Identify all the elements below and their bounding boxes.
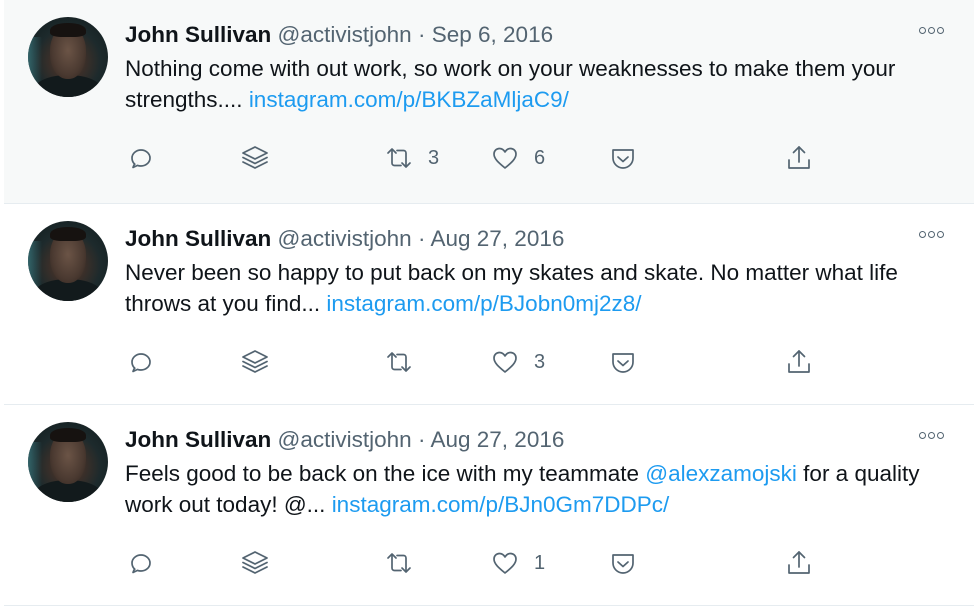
heart-icon [493, 552, 517, 574]
reply-icon [131, 149, 151, 169]
tweet-header: John Sullivan @activistjohn · Sep 6, 201… [125, 21, 553, 49]
save-icon [612, 149, 634, 169]
retweet-button[interactable] [384, 342, 428, 382]
tweet-text: Nothing come with out work, so work on y… [125, 53, 955, 115]
layers-button[interactable] [240, 543, 270, 583]
layers-button[interactable] [240, 138, 270, 178]
layers-icon [242, 551, 268, 574]
retweet-icon [387, 553, 411, 573]
heart-icon [493, 351, 517, 373]
heart-icon [493, 147, 517, 169]
author-handle[interactable]: @activistjohn [278, 22, 412, 47]
retweet-icon [387, 148, 411, 168]
tweet[interactable]: John Sullivan @activistjohn · Sep 6, 201… [4, 0, 974, 204]
author-name[interactable]: John Sullivan [125, 427, 271, 452]
save-icon [612, 353, 634, 373]
share-button[interactable] [784, 543, 814, 583]
like-button[interactable]: 1 [490, 543, 545, 583]
share-button[interactable] [784, 138, 814, 178]
tweet-date[interactable]: Sep 6, 2016 [432, 22, 553, 47]
author-handle[interactable]: @activistjohn [278, 427, 412, 452]
layers-icon [242, 350, 268, 373]
like-count: 1 [534, 551, 546, 574]
action-bar: 3 6 [4, 138, 974, 178]
reply-button[interactable] [125, 543, 155, 583]
more-icon[interactable] [919, 432, 944, 439]
save-button[interactable] [608, 543, 638, 583]
save-button[interactable] [608, 138, 638, 178]
layers-button[interactable] [240, 342, 270, 382]
more-icon[interactable] [919, 231, 944, 238]
tweet-feed: John Sullivan @activistjohn · Sep 6, 201… [0, 0, 980, 609]
layers-icon [242, 146, 268, 169]
tweet[interactable]: John Sullivan @activistjohn · Aug 27, 20… [4, 405, 974, 606]
tweet-link[interactable]: instagram.com/p/BJn0Gm7DDPc/ [332, 492, 670, 517]
share-icon [788, 146, 810, 169]
more-icon[interactable] [919, 27, 944, 34]
reply-icon [131, 554, 151, 574]
avatar[interactable] [28, 17, 108, 97]
tweet[interactable]: John Sullivan @activistjohn · Aug 27, 20… [4, 204, 974, 405]
retweet-button[interactable] [384, 543, 428, 583]
tweet-link[interactable]: instagram.com/p/BJobn0mj2z8/ [326, 291, 641, 316]
mention-link[interactable]: @alexzamojski [645, 461, 797, 486]
tweet-date[interactable]: Aug 27, 2016 [430, 226, 564, 251]
separator: · [417, 427, 426, 452]
tweet-link[interactable]: instagram.com/p/BKBZaMljaC9/ [249, 87, 569, 112]
tweet-text: Feels good to be back on the ice with my… [125, 458, 955, 520]
tweet-header: John Sullivan @activistjohn · Aug 27, 20… [125, 426, 564, 454]
avatar[interactable] [28, 422, 108, 502]
reply-icon [131, 353, 151, 373]
action-bar: 3 [4, 342, 974, 382]
like-count: 3 [534, 350, 546, 373]
reply-button[interactable] [125, 138, 155, 178]
avatar[interactable] [28, 221, 108, 301]
author-handle[interactable]: @activistjohn [278, 226, 412, 251]
tweet-text: Never been so happy to put back on my sk… [125, 257, 955, 319]
separator: · [417, 226, 426, 251]
share-icon [788, 551, 810, 574]
save-button[interactable] [608, 342, 638, 382]
author-name[interactable]: John Sullivan [125, 226, 271, 251]
separator: · [417, 22, 426, 47]
share-button[interactable] [784, 342, 814, 382]
like-button[interactable]: 3 [490, 342, 545, 382]
retweet-button[interactable]: 3 [384, 138, 439, 178]
reply-button[interactable] [125, 342, 155, 382]
like-button[interactable]: 6 [490, 138, 545, 178]
retweet-count: 3 [428, 146, 440, 169]
tweet-text-body: Feels good to be back on the ice with my… [125, 461, 646, 486]
action-bar: 1 [4, 543, 974, 583]
retweet-icon [387, 352, 411, 372]
share-icon [788, 350, 810, 373]
save-icon [612, 554, 634, 574]
like-count: 6 [534, 146, 546, 169]
author-name[interactable]: John Sullivan [125, 22, 271, 47]
tweet-date[interactable]: Aug 27, 2016 [430, 427, 564, 452]
tweet-header: John Sullivan @activistjohn · Aug 27, 20… [125, 225, 564, 253]
